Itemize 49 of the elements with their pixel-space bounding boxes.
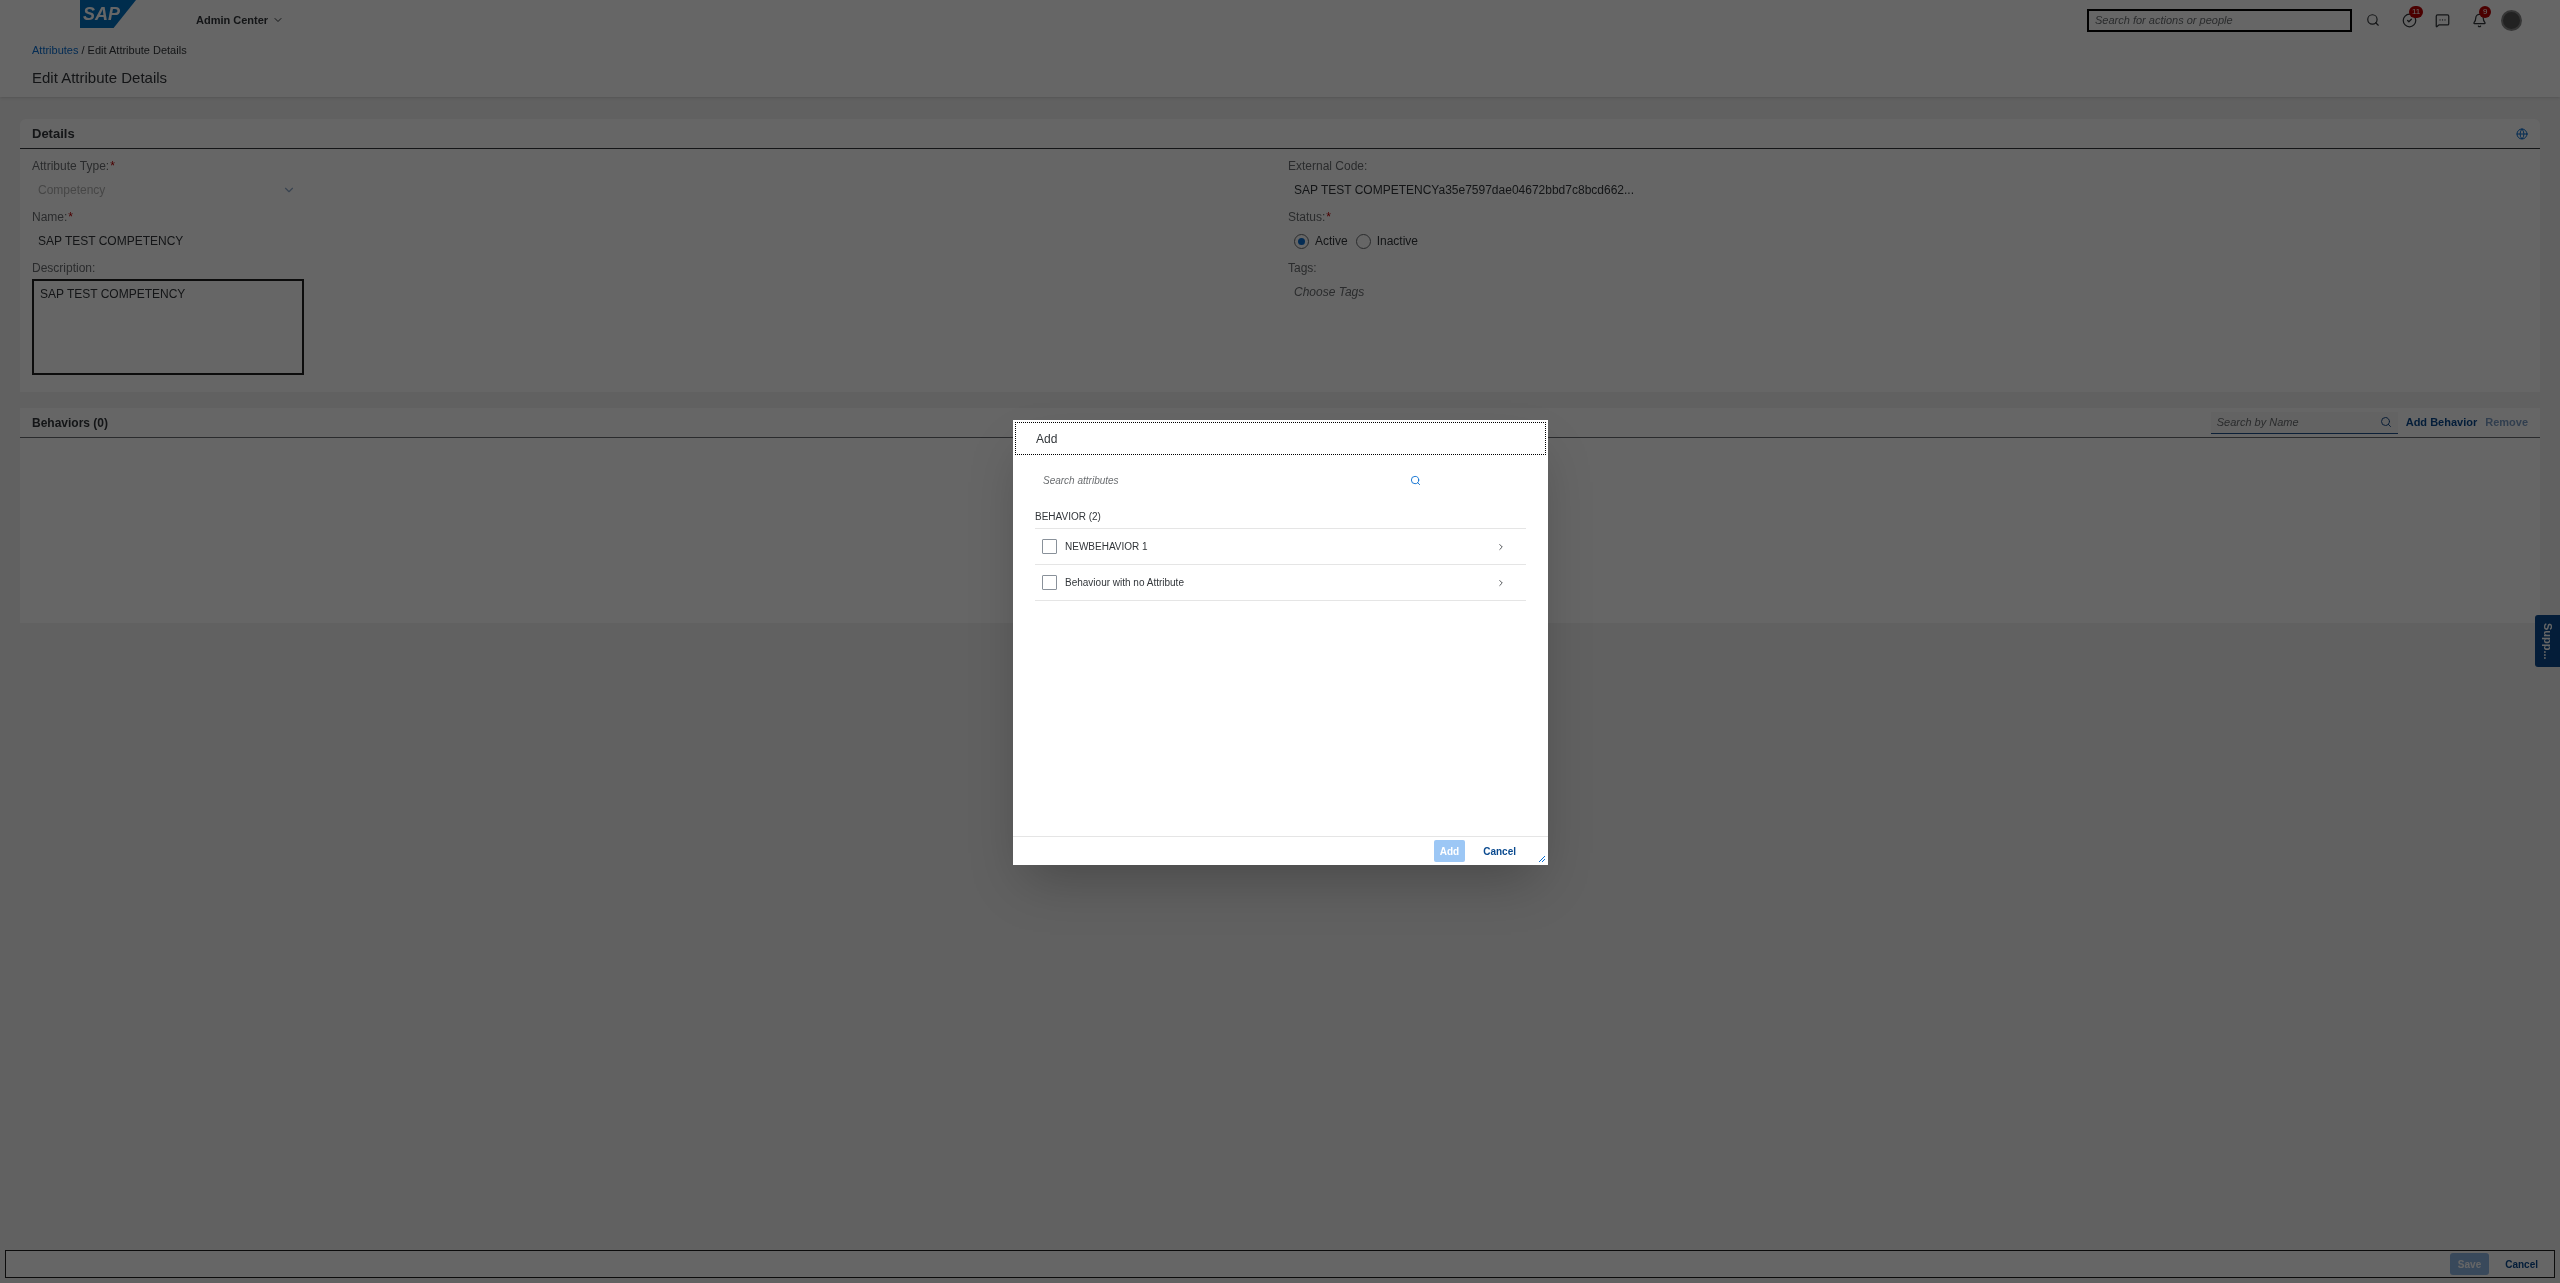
description-field[interactable]: SAP TEST COMPETENCY [32,279,304,375]
logo[interactable]: SAP [80,0,136,28]
search-icon[interactable] [1410,474,1421,486]
page-title: Edit Attribute Details [31,67,169,88]
globe-icon[interactable] [2516,127,2528,140]
field-label: Description: [32,260,96,277]
list-item[interactable]: Behaviour with no Attribute [1035,565,1526,601]
chevron-icon[interactable] [1496,577,1506,588]
text-value: SAP TEST COMPETENCY [37,233,185,250]
side-tab[interactable]: Supp... [2535,615,2560,667]
action-link[interactable]: Add Behavior [2405,414,2478,431]
checkbox[interactable] [1042,575,1057,590]
checkbox[interactable] [1042,539,1057,554]
required-mark: * [1326,209,1332,226]
field-label: Tags: [1288,260,1317,277]
chevron-icon[interactable] [1496,541,1506,552]
app-menu[interactable]: Admin Center [196,11,285,29]
required-mark: * [68,209,73,226]
section-title: Details [32,124,75,143]
search-field[interactable]: Search attributes [1035,467,1425,493]
section-title: Behaviors (0) [32,414,109,432]
field-label: Name: [32,209,68,226]
breadcrumb-current: / Edit Attribute Details [81,43,187,58]
cancel-button[interactable]: Cancel [2497,1253,2546,1275]
radio-option[interactable]: Inactive [1355,232,1419,250]
field-label: External Code: [1288,158,1368,175]
group-header: BEHAVIOR (2) [1035,510,1102,524]
tags-field[interactable]: Choose Tags [1288,279,2528,305]
field-label: Attribute Type: [32,158,110,175]
dialog-title: Add [1036,430,1058,448]
required-mark: * [110,158,115,175]
cancel-button[interactable]: Cancel [1477,840,1522,862]
radio-option[interactable]: Active [1294,232,1348,250]
search-field[interactable]: Search for actions or people [2087,8,2352,32]
avatar[interactable] [2501,9,2522,31]
search-icon[interactable] [2366,13,2380,27]
item-label: Behaviour with no Attribute [1065,576,1184,590]
todo-icon[interactable] [2402,12,2417,28]
bell-icon[interactable] [2472,12,2487,28]
count-badge: 9 [2479,5,2492,18]
field-label: Status: [1288,209,1326,226]
search-icon[interactable] [2379,416,2392,428]
chat-icon[interactable] [2435,12,2450,28]
count-badge: 11 [2409,5,2424,18]
item-label: NEWBEHAVIOR 1 [1065,540,1148,554]
list-item[interactable]: NEWBEHAVIOR 1 [1035,529,1526,565]
resize-grip-icon[interactable] [1539,856,1545,862]
breadcrumb-link[interactable]: Attributes [32,42,79,59]
text-value: SAP TEST COMPETENCYa35e7597dae04672bbd7c8bcd662... [1293,182,1635,199]
